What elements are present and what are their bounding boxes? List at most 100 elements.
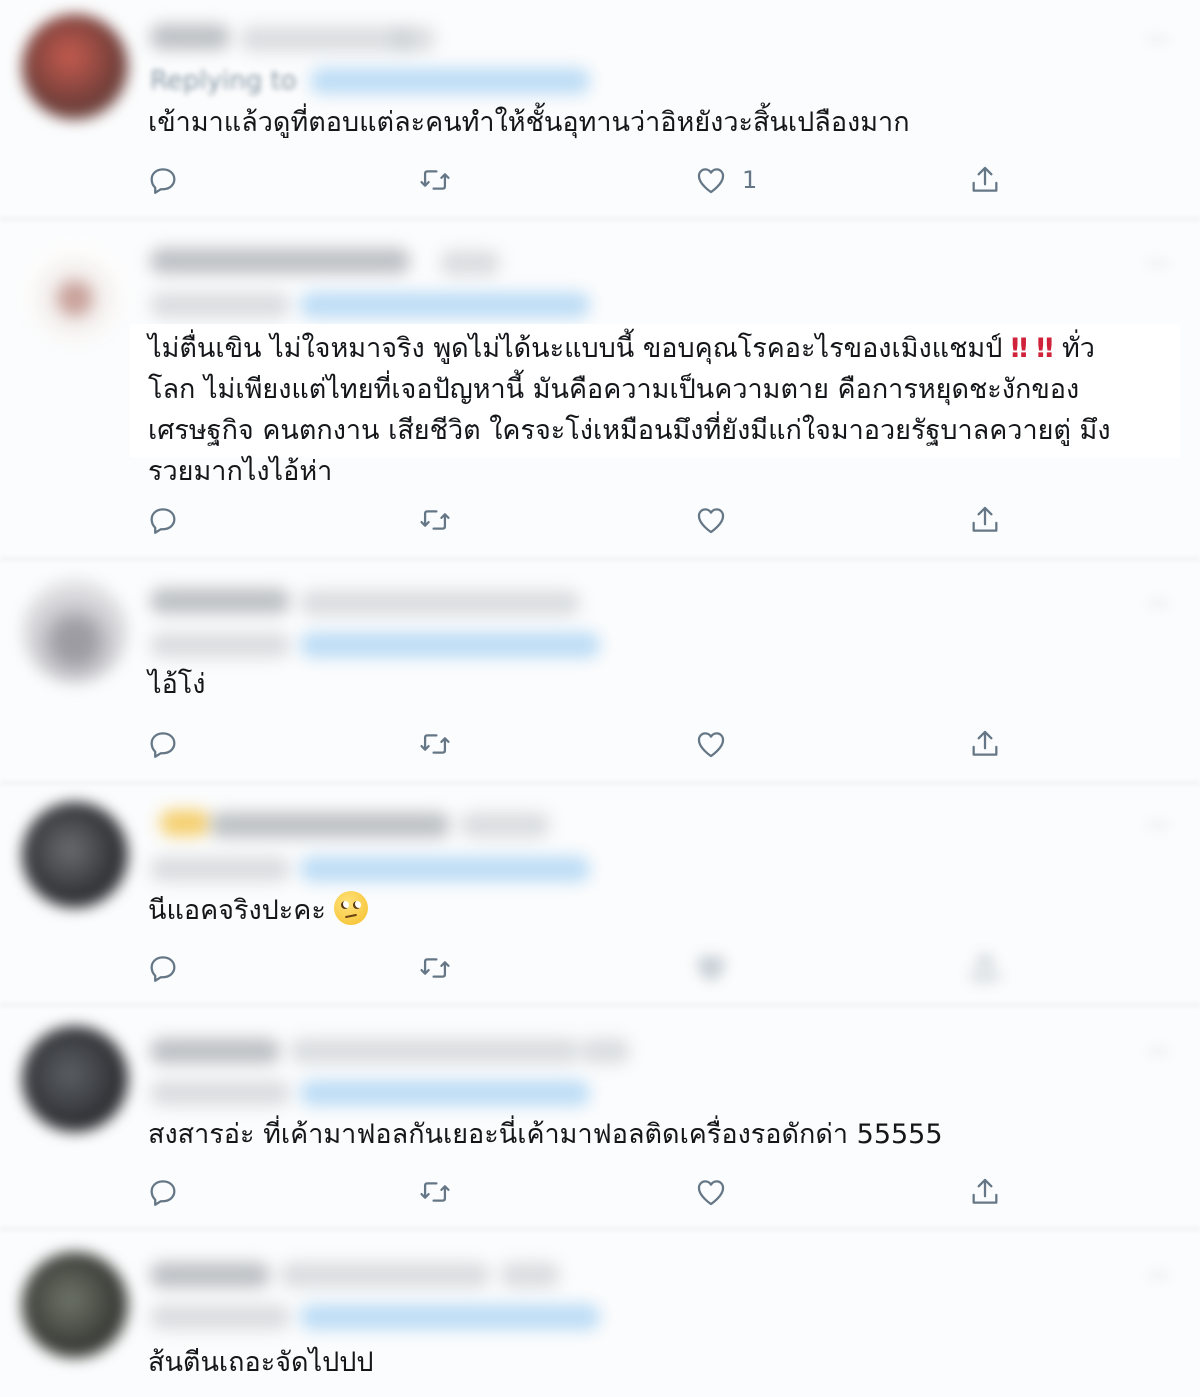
tweet-5[interactable]: ··· สงสารอ่ะ ที่เค้ามาฟอลกันเยอะนี่เค้าม… [0,1022,1200,1222]
replying-to-prefix: Replying to [150,66,297,96]
heart-icon [697,1180,725,1206]
tweet-6[interactable]: ··· ส้นตีนเถอะจัดไปปป [0,1248,1200,1397]
divider [0,1228,1200,1230]
retweet-icon [420,958,450,978]
heart-icon [697,956,725,982]
share-button[interactable] [968,160,1002,200]
avatar[interactable] [22,14,128,120]
more-icon[interactable]: ··· [1136,1264,1180,1289]
replying-to-handle-blurred[interactable] [300,632,600,658]
tweet-actions [0,500,1200,540]
replying-to-handle-blurred[interactable] [300,1080,590,1106]
timestamp-blurred [395,26,435,52]
face-with-rolling-eyes-emoji [333,891,368,925]
double-exclamation: ‼ [1036,333,1054,364]
more-icon[interactable]: ··· [1136,814,1180,839]
replying-to-prefix-blurred [150,1080,290,1106]
like-button[interactable] [694,500,728,540]
retweet-icon [420,170,450,190]
avatar[interactable] [22,1252,128,1358]
tweet-3[interactable]: ··· ไอ้โง่ [0,576,1200,776]
replying-to-handle-blurred[interactable] [300,1304,600,1330]
author-name-blurred[interactable] [150,1262,270,1288]
tweet-text: เข้ามาแล้วดูที่ตอบแต่ละคนทำให้ชั้นอุทานว… [148,107,910,138]
avatar[interactable] [22,802,128,908]
reply-icon [150,732,176,758]
tweet-replies-feed: ··· Replying to เข้ามาแล้วดูที่ตอบแต่ละค… [0,0,1200,1397]
share-icon [971,954,999,981]
author-name-blurred[interactable] [150,588,290,614]
reply-icon [150,508,176,534]
share-icon [972,166,998,192]
tweet-text: ส้นตีนเถอะจัดไปปป [148,1347,374,1378]
reply-button[interactable] [146,500,180,540]
tweet-actions [0,1172,1200,1212]
replying-to-prefix-blurred [150,292,290,318]
replying-to-prefix-blurred [150,632,290,658]
like-count: 1 [742,166,758,194]
author-handle-blurred [300,590,580,616]
avatar[interactable] [22,1026,128,1132]
reply-button[interactable] [146,160,180,200]
tweet-text: ไอ้โง่ [148,669,206,700]
author-handle-blurred [280,1262,490,1288]
tweet-text: นีแอคจริงปะคะ [148,890,1176,931]
tweet-1[interactable]: ··· Replying to เข้ามาแล้วดูที่ตอบแต่ละค… [0,14,1200,214]
share-button[interactable] [968,724,1002,764]
replying-to-prefix-blurred [150,1304,290,1330]
share-icon [972,506,998,532]
retweet-button[interactable] [418,500,452,540]
replying-to-handle-blurred[interactable] [300,856,590,882]
heart-icon [697,168,725,194]
heart-icon [697,732,725,758]
more-icon[interactable]: ··· [1136,28,1180,53]
divider [0,1004,1200,1006]
author-handle-blurred [290,1038,580,1064]
timestamp-blurred [440,250,500,276]
like-button[interactable] [694,948,728,988]
share-button[interactable] [968,1172,1002,1212]
timestamp-blurred [460,812,550,838]
author-name-blurred[interactable] [150,248,410,274]
retweet-button[interactable] [418,160,452,200]
reply-icon [150,956,176,982]
share-button[interactable] [968,500,1002,540]
author-name-blurred[interactable] [210,812,450,838]
more-icon[interactable]: ··· [1136,592,1180,617]
share-icon [972,1178,998,1204]
tweet-2[interactable]: ··· ไม่ตื่นเขิน ไม่ใจหมาจริง พูดไม่ได้นะ… [0,236,1200,554]
author-name-blurred[interactable] [150,24,230,50]
tweet-4[interactable]: ··· นีแอคจริงปะคะ [0,798,1200,998]
like-button[interactable] [694,1172,728,1212]
retweet-button[interactable] [418,1172,452,1212]
retweet-icon [420,1182,450,1202]
share-button[interactable] [968,948,1002,988]
like-button[interactable]: 1 [694,160,757,200]
replying-to-prefix-blurred [150,856,290,882]
replying-to-handle-blurred[interactable] [300,292,590,318]
reply-button[interactable] [146,1172,180,1212]
share-icon [972,730,998,756]
retweet-button[interactable] [418,948,452,988]
retweet-icon [420,734,450,754]
author-name-blurred[interactable] [150,1038,280,1064]
retweet-icon [420,510,450,530]
like-button[interactable] [694,724,728,764]
text-part: ไม่ตื่นเขิน ไม่ใจหมาจริง พูดไม่ได้นะแบบน… [148,333,1011,364]
divider [0,218,1200,220]
author-handle-blurred [240,26,410,52]
divider [0,782,1200,784]
reply-button[interactable] [146,724,180,764]
avatar[interactable] [22,240,128,346]
replying-to-handle-blurred[interactable] [310,68,590,94]
retweet-button[interactable] [418,724,452,764]
more-icon[interactable]: ··· [1136,252,1180,277]
reply-button[interactable] [146,948,180,988]
more-icon[interactable]: ··· [1136,1040,1180,1065]
tweet-actions: 1 [0,160,1200,200]
tweet-text: สงสารอ่ะ ที่เค้ามาฟอลกันเยอะนี่เค้ามาฟอล… [148,1119,943,1150]
avatar[interactable] [22,578,128,684]
tweet-actions [0,724,1200,764]
reply-icon [150,168,176,194]
reply-icon [150,1180,176,1206]
